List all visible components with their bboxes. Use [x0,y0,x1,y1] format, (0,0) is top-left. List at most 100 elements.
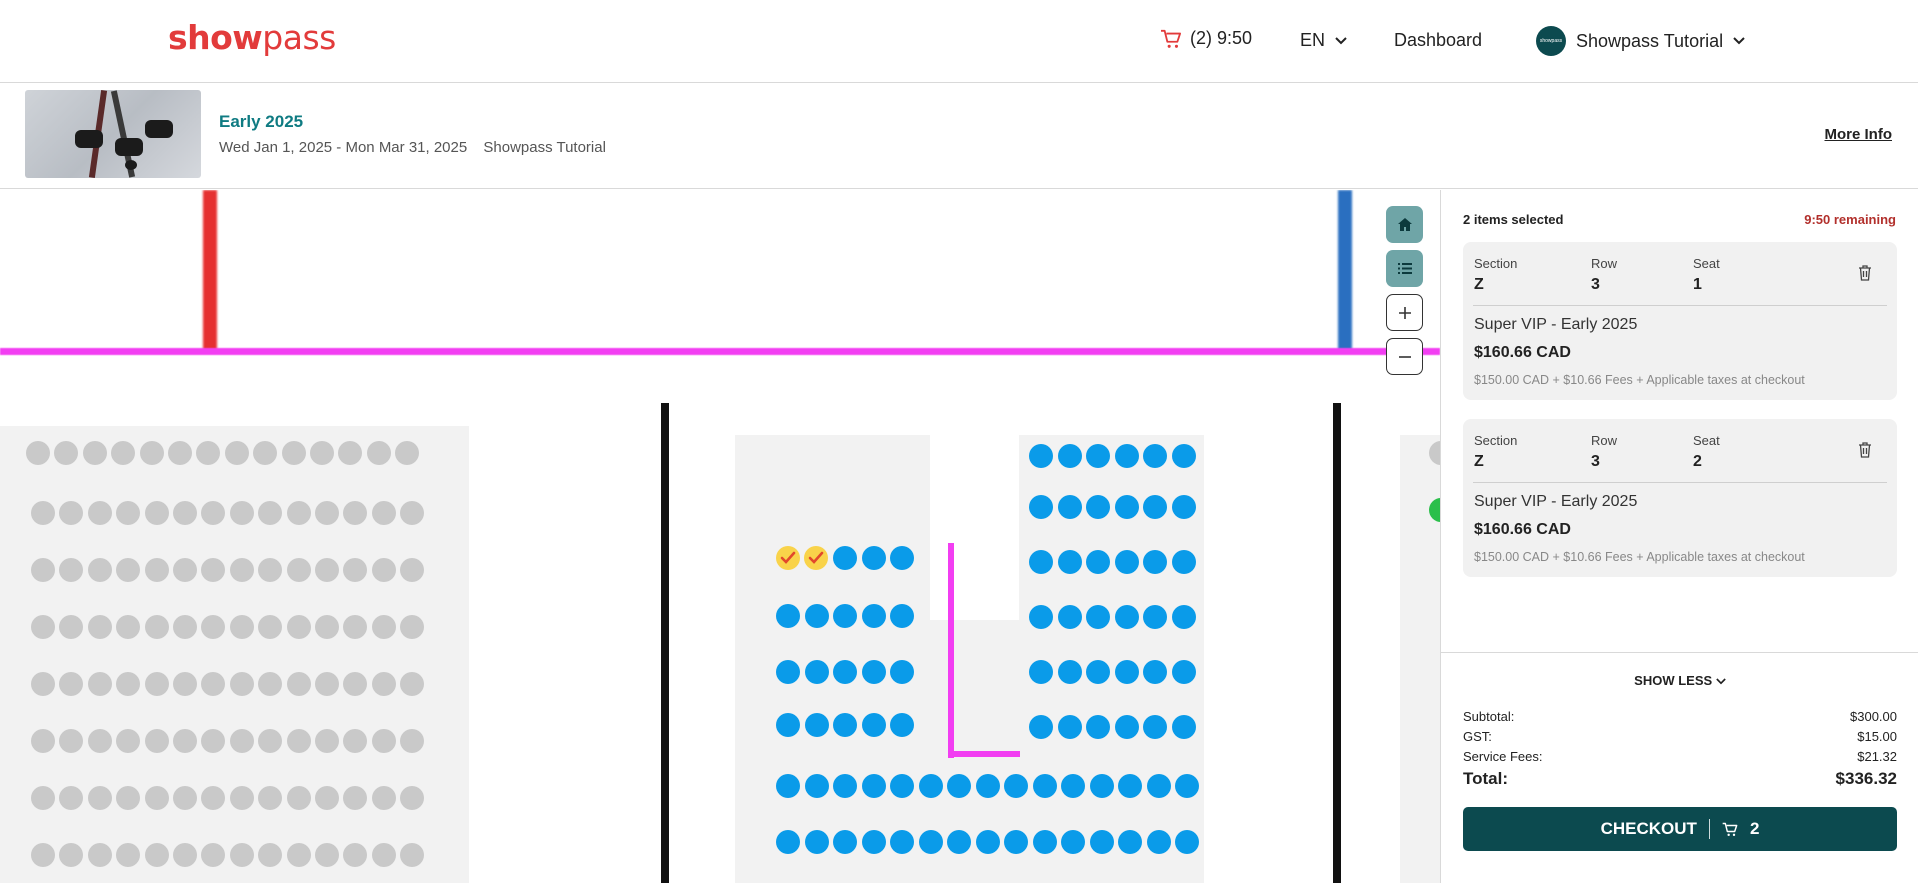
seat-available[interactable] [975,774,1000,798]
seat-available[interactable] [1143,715,1167,739]
event-title[interactable]: Early 2025 [219,112,303,132]
seat-available[interactable] [1029,715,1053,739]
seat-available[interactable] [1114,444,1139,468]
seat-available[interactable] [1086,660,1110,684]
seat-available[interactable] [861,830,886,854]
seat-available[interactable] [804,604,829,628]
seat-available[interactable] [1029,660,1053,684]
seat-available[interactable] [1086,444,1110,468]
cart-timer-button[interactable]: (2) 9:50 [1160,28,1252,49]
seat-available[interactable] [1061,830,1085,854]
seat-available[interactable] [1057,495,1082,519]
seat-available[interactable] [1029,605,1053,629]
seat-available[interactable] [1114,605,1139,629]
seat-available[interactable] [833,830,857,854]
seat-available[interactable] [890,774,914,798]
map-list-button[interactable] [1386,250,1423,287]
seat-available[interactable] [1175,774,1199,798]
seat-available[interactable] [833,604,857,628]
seat-available[interactable] [1171,660,1196,684]
seat-available[interactable] [861,774,886,798]
trash-icon[interactable] [1857,441,1873,459]
seat-available[interactable] [1086,550,1110,574]
seat-available[interactable] [1171,550,1196,574]
seat-available[interactable] [890,713,914,737]
language-selector[interactable]: EN [1300,30,1347,51]
seat-available[interactable] [890,604,914,628]
seat-available[interactable] [1032,774,1057,798]
seat-available[interactable] [1057,444,1082,468]
seat-available[interactable] [890,660,914,684]
seat-available[interactable] [1143,660,1167,684]
seat-available[interactable] [1171,715,1196,739]
seat-available[interactable] [1004,830,1028,854]
seat-available[interactable] [1086,715,1110,739]
seat-available[interactable] [1057,550,1082,574]
seat-available[interactable] [776,713,800,737]
account-menu[interactable]: showpass Showpass Tutorial [1536,26,1745,56]
seat-available[interactable] [1089,830,1114,854]
zoom-out-button[interactable] [1386,338,1423,375]
seat-available[interactable] [804,713,829,737]
seat-available[interactable] [1114,715,1139,739]
checkout-button[interactable]: CHECKOUT 2 [1463,807,1897,851]
seat-available[interactable] [1004,774,1028,798]
trash-icon[interactable] [1857,264,1873,282]
seat-available[interactable] [1086,605,1110,629]
seat-available[interactable] [1143,605,1167,629]
seat-available[interactable] [947,774,971,798]
seat-available[interactable] [1086,495,1110,519]
seat-available[interactable] [1171,444,1196,468]
seat-available[interactable] [776,604,800,628]
show-less-toggle[interactable]: SHOW LESS [1441,673,1918,688]
seat-map[interactable] [0,190,1440,883]
seat-available[interactable] [1029,550,1053,574]
seat-available[interactable] [1171,605,1196,629]
seat-available[interactable] [833,713,857,737]
seat-available[interactable] [1143,495,1167,519]
seat-available[interactable] [918,774,943,798]
seat-available[interactable] [1061,774,1085,798]
seat-available[interactable] [947,830,971,854]
seat-available[interactable] [861,660,886,684]
seat-available[interactable] [861,546,886,570]
seat-available[interactable] [1146,774,1171,798]
seat-available[interactable] [1089,774,1114,798]
seat-available[interactable] [861,604,886,628]
seat-available[interactable] [776,660,800,684]
seat-available[interactable] [776,774,800,798]
seat-available[interactable] [776,830,800,854]
seat-available[interactable] [804,660,829,684]
seat-available[interactable] [1118,774,1142,798]
seat-available[interactable] [1057,660,1082,684]
seat-available[interactable] [804,830,829,854]
seat-available[interactable] [1146,830,1171,854]
seat-selected[interactable] [804,546,828,570]
seat-available[interactable] [1171,495,1196,519]
dashboard-link[interactable]: Dashboard [1394,30,1482,51]
seat-available[interactable] [1118,830,1142,854]
seat-available[interactable] [1032,830,1057,854]
showpass-logo[interactable]: showpass [168,18,336,57]
seat-available[interactable] [833,774,857,798]
seat-available[interactable] [890,546,914,570]
seat-available[interactable] [1114,550,1139,574]
seat-selected[interactable] [776,546,800,570]
seat-available[interactable] [1175,830,1199,854]
seat-available[interactable] [1029,495,1053,519]
seat-available[interactable] [1057,715,1082,739]
seat-available[interactable] [1114,495,1139,519]
seat-available[interactable] [1029,444,1053,468]
map-home-button[interactable] [1386,206,1423,243]
seat-available[interactable] [1143,444,1167,468]
seat-available[interactable] [890,830,914,854]
seat-available[interactable] [1114,660,1139,684]
more-info-link[interactable]: More Info [1825,126,1893,143]
seat-available[interactable] [1057,605,1082,629]
seat-available[interactable] [804,774,829,798]
seat-available[interactable] [1143,550,1167,574]
seat-available[interactable] [833,546,857,570]
seat-available[interactable] [975,830,1000,854]
seat-available[interactable] [918,830,943,854]
seat-available[interactable] [861,713,886,737]
